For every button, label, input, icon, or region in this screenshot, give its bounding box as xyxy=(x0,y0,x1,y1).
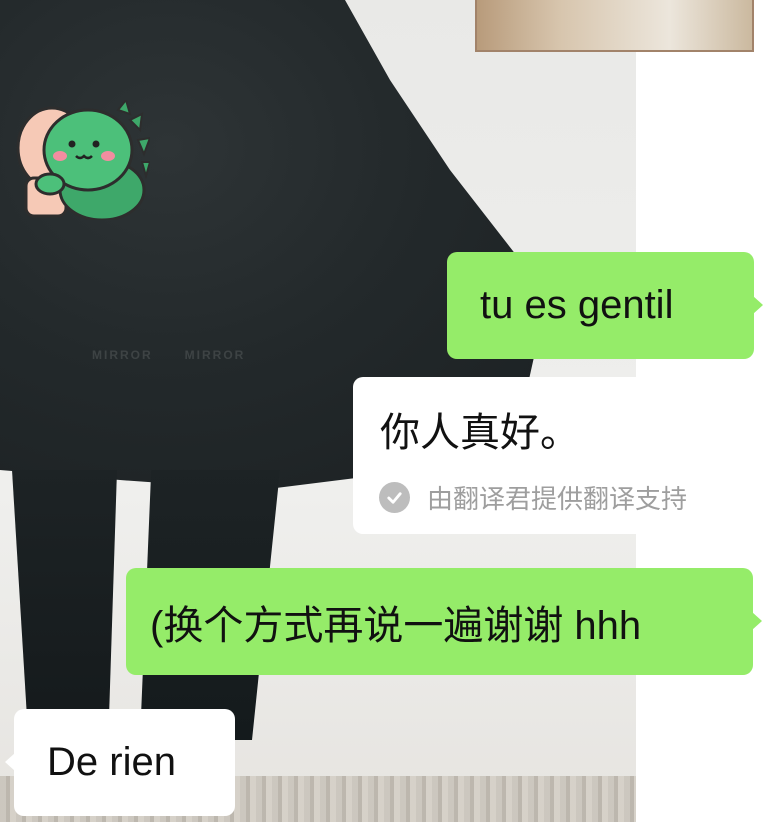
bubble-tail xyxy=(752,612,762,630)
sent-message-bubble[interactable]: (换个方式再说一遍谢谢 hhh xyxy=(126,568,762,675)
received-translation-bubble[interactable]: 你人真好。 由翻译君提供翻译支持 xyxy=(353,377,754,534)
sticker-message[interactable] xyxy=(14,97,152,222)
translation-attribution-text: 由翻译君提供翻译支持 xyxy=(427,484,688,514)
image-message-thumbnail[interactable] xyxy=(475,0,754,52)
message-text: De rien xyxy=(47,740,176,784)
sent-message-bubble[interactable]: tu es gentil xyxy=(447,252,763,359)
translation-attribution: 由翻译君提供翻译支持 xyxy=(379,479,688,516)
bubble-tail xyxy=(5,753,15,771)
message-text: (换个方式再说一遍谢谢 hhh xyxy=(150,603,642,648)
dinosaur-sticker-icon xyxy=(16,97,152,222)
message-text: tu es gentil xyxy=(480,283,674,327)
wallpaper-coat-print: MIRROR MIRROR xyxy=(92,348,246,362)
message-text: 你人真好。 xyxy=(380,411,580,455)
wallpaper-figure-leg xyxy=(12,470,117,730)
check-circle-icon xyxy=(379,482,410,513)
bubble-tail xyxy=(753,296,763,314)
received-message-bubble[interactable]: De rien xyxy=(5,709,235,816)
